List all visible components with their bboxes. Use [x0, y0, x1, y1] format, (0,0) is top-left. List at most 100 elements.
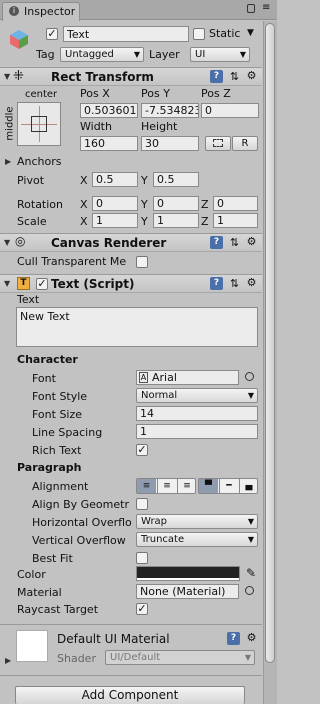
- scale-z-field[interactable]: 1: [213, 213, 258, 228]
- gear-icon[interactable]: ⚙: [245, 69, 258, 82]
- rotation-y-field[interactable]: 0: [153, 196, 199, 211]
- shader-label: Shader: [57, 652, 96, 665]
- chevron-down-icon: ▼: [247, 391, 254, 400]
- fold-open-icon[interactable]: ▼: [4, 279, 10, 288]
- pos-y-label: Pos Y: [141, 87, 170, 100]
- object-picker-icon[interactable]: [245, 586, 254, 595]
- font-label: Font: [32, 372, 56, 385]
- pos-z-label: Pos Z: [201, 87, 231, 100]
- scale-label: Scale: [17, 215, 47, 228]
- preset-icon[interactable]: ⇅: [228, 236, 241, 249]
- object-name-input[interactable]: [63, 26, 189, 42]
- cull-transparent-checkbox[interactable]: [136, 256, 148, 268]
- align-by-geometry-checkbox[interactable]: [136, 498, 148, 510]
- pos-z-field[interactable]: 0: [201, 103, 259, 118]
- width-field[interactable]: 160: [80, 136, 138, 151]
- fold-open-icon[interactable]: ▼: [4, 72, 10, 81]
- chevron-down-icon: ▼: [247, 517, 254, 526]
- menu-icon[interactable]: ≡: [262, 2, 270, 13]
- text-component-icon: T: [17, 277, 30, 290]
- vertical-overflow-dropdown[interactable]: Truncate ▼: [136, 532, 258, 547]
- help-icon[interactable]: ?: [210, 70, 223, 83]
- horizontal-overflow-dropdown[interactable]: Wrap ▼: [136, 514, 258, 529]
- align-top-button[interactable]: ▀: [199, 479, 218, 493]
- fold-open-icon[interactable]: ▼: [4, 238, 10, 247]
- align-middle-button[interactable]: ━: [219, 479, 238, 493]
- text-area[interactable]: New Text: [16, 307, 258, 347]
- alpha-bar: [137, 578, 239, 580]
- align-left-button[interactable]: ≡: [137, 479, 156, 493]
- rotation-x-field[interactable]: 0: [92, 196, 138, 211]
- rotation-z-field[interactable]: 0: [213, 196, 258, 211]
- pos-x-field[interactable]: 0.503601: [80, 103, 138, 118]
- line-spacing-label: Line Spacing: [32, 426, 103, 439]
- pivot-y-label: Y: [141, 174, 148, 187]
- layer-dropdown[interactable]: UI ▼: [190, 47, 250, 62]
- anchor-preset-box: [31, 116, 47, 132]
- align-right-button[interactable]: ≡: [177, 479, 196, 493]
- add-component-button[interactable]: Add Component: [15, 686, 245, 704]
- object-picker-icon[interactable]: [245, 372, 254, 381]
- chevron-down-icon: ▼: [239, 50, 246, 59]
- scale-y-field[interactable]: 1: [153, 213, 199, 228]
- cull-transparent-label: Cull Transparent Me: [17, 255, 127, 268]
- raw-edit-button[interactable]: R: [232, 136, 258, 151]
- font-style-value: Normal: [141, 390, 178, 401]
- scrollbar-thumb[interactable]: [265, 23, 275, 663]
- best-fit-checkbox[interactable]: [136, 552, 148, 564]
- preset-icon[interactable]: ⇅: [228, 277, 241, 290]
- font-size-field[interactable]: 14: [136, 406, 258, 421]
- material-label: Material: [17, 586, 62, 599]
- rotation-x-label: X: [80, 198, 88, 211]
- height-label: Height: [141, 120, 178, 133]
- text-enabled-checkbox[interactable]: ✓: [36, 278, 48, 290]
- pivot-x-field[interactable]: 0.5: [92, 172, 138, 187]
- chevron-down-icon: ▼: [133, 50, 140, 59]
- raw-edit-label: R: [241, 138, 249, 149]
- font-style-dropdown[interactable]: Normal ▼: [136, 388, 258, 403]
- pivot-y-field[interactable]: 0.5: [153, 172, 199, 187]
- help-icon[interactable]: ?: [227, 632, 240, 645]
- static-dropdown-icon[interactable]: ▼: [247, 28, 254, 38]
- static-checkbox[interactable]: [193, 28, 205, 40]
- anchors-label[interactable]: Anchors: [17, 155, 62, 168]
- preset-icon[interactable]: ⇅: [228, 70, 241, 83]
- paragraph-heading: Paragraph: [17, 461, 82, 474]
- gear-icon[interactable]: ⚙: [245, 276, 258, 289]
- shader-dropdown[interactable]: UI/Default ▼: [105, 650, 255, 665]
- canvas-renderer-icon: ◎: [15, 234, 26, 248]
- material-field[interactable]: None (Material): [136, 584, 239, 599]
- pivot-x-label: X: [80, 174, 88, 187]
- tag-value: Untagged: [65, 49, 114, 60]
- help-icon[interactable]: ?: [210, 277, 223, 290]
- height-field[interactable]: 30: [141, 136, 199, 151]
- anchor-preset-button[interactable]: [17, 102, 61, 146]
- rotation-y-label: Y: [141, 198, 148, 211]
- horizontal-alignment-group: ≡ ≡ ≡: [136, 478, 196, 494]
- color-swatch[interactable]: [136, 566, 240, 581]
- align-center-button[interactable]: ≡: [157, 479, 176, 493]
- fold-closed-icon[interactable]: ▶: [5, 656, 11, 665]
- rich-text-checkbox[interactable]: ✓: [136, 444, 148, 456]
- lock-icon[interactable]: [247, 4, 255, 13]
- help-icon[interactable]: ?: [210, 236, 223, 249]
- tab-inspector[interactable]: i Inspector: [2, 2, 80, 21]
- font-field[interactable]: A Arial: [136, 370, 239, 385]
- scale-x-field[interactable]: 1: [92, 213, 138, 228]
- fold-closed-icon[interactable]: ▶: [5, 157, 11, 166]
- active-checkbox[interactable]: ✓: [46, 28, 58, 40]
- gear-icon[interactable]: ⚙: [245, 235, 258, 248]
- raycast-target-checkbox[interactable]: ✓: [136, 603, 148, 615]
- text-label: Text: [17, 293, 40, 306]
- static-label: Static: [209, 27, 241, 40]
- pos-y-field[interactable]: -7.534823: [141, 103, 199, 118]
- rotation-z-label: Z: [201, 198, 209, 211]
- blueprint-mode-button[interactable]: [205, 136, 231, 151]
- line-spacing-field[interactable]: 1: [136, 424, 258, 439]
- tag-dropdown[interactable]: Untagged ▼: [60, 47, 144, 62]
- info-icon: i: [9, 6, 19, 16]
- gear-icon[interactable]: ⚙: [245, 631, 258, 644]
- rect-transform-icon: ⁜: [13, 69, 24, 84]
- eyedropper-icon[interactable]: ✎: [246, 566, 256, 580]
- align-bottom-button[interactable]: ▄: [239, 479, 258, 493]
